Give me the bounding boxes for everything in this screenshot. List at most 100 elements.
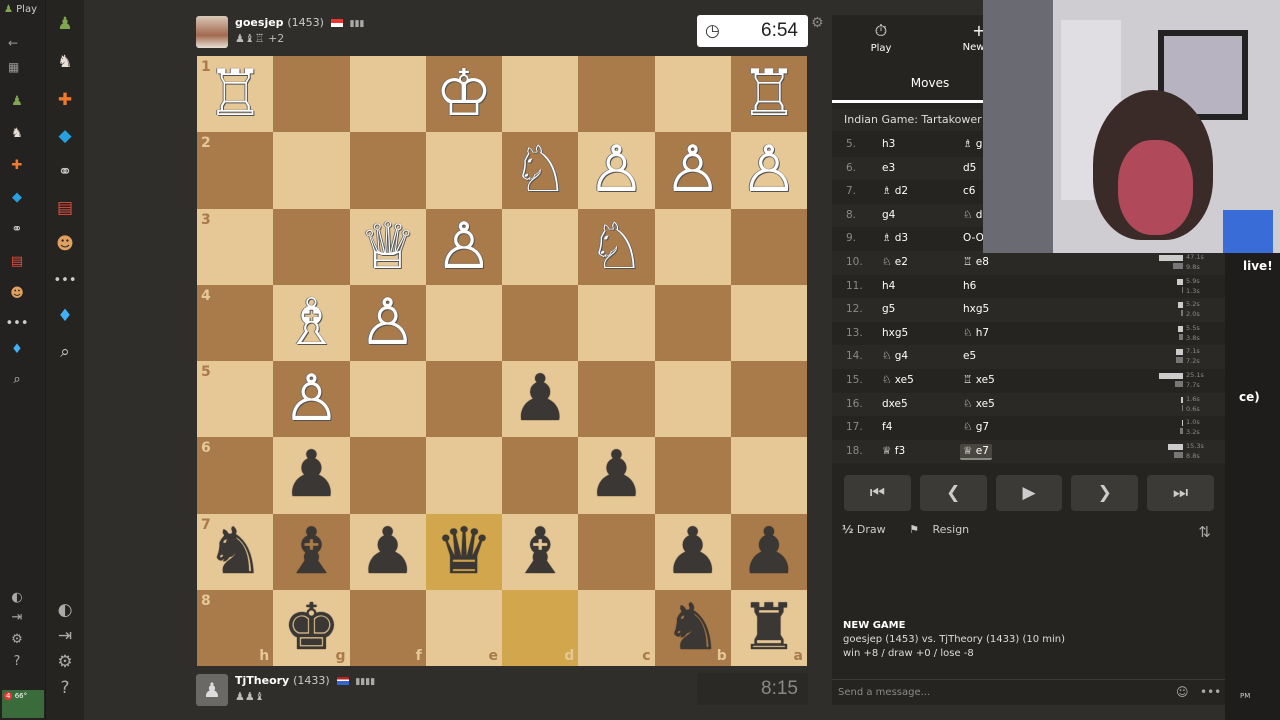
news-icon[interactable]: ▤ xyxy=(53,196,77,220)
board-square[interactable] xyxy=(730,361,807,438)
black-move[interactable]: ♕ e7 xyxy=(960,443,992,460)
black-king-icon[interactable]: ♚ xyxy=(283,596,340,660)
watch-icon[interactable]: ⚭ xyxy=(53,160,77,184)
black-queen-icon[interactable]: ♛ xyxy=(435,520,492,584)
board-square[interactable] xyxy=(349,56,426,133)
board-square[interactable]: 2 xyxy=(197,132,274,209)
binoculars-icon[interactable]: ⚭ xyxy=(8,220,26,238)
more-options-icon[interactable]: ••• xyxy=(1200,685,1221,699)
white-move[interactable]: h3 xyxy=(882,138,895,150)
board-square[interactable]: ♟ xyxy=(273,437,350,514)
board-square[interactable]: ♟ xyxy=(730,513,807,590)
board-square[interactable]: ♛ xyxy=(425,513,502,590)
board-square[interactable] xyxy=(654,208,731,285)
board-square[interactable] xyxy=(730,284,807,361)
white-rook-icon[interactable]: ♖ xyxy=(206,62,263,126)
next-move-button[interactable]: ❯ xyxy=(1071,475,1139,511)
white-pawn-icon[interactable]: ♙ xyxy=(359,291,416,355)
board-square[interactable]: ♖ xyxy=(730,56,807,133)
white-move[interactable]: g5 xyxy=(882,303,895,315)
board-square[interactable]: ♟ xyxy=(578,437,655,514)
board-square[interactable]: ♗ xyxy=(273,284,350,361)
theme-toggle-icon[interactable]: ◐ xyxy=(53,598,77,622)
opponent-avatar[interactable] xyxy=(196,16,228,48)
board-square[interactable] xyxy=(578,361,655,438)
board-square[interactable] xyxy=(273,132,350,209)
white-move[interactable]: e3 xyxy=(882,162,895,174)
board-square[interactable] xyxy=(425,284,502,361)
premium-diamond-icon[interactable]: ♦ xyxy=(53,304,77,328)
black-move[interactable]: h6 xyxy=(960,279,979,293)
board-square[interactable] xyxy=(578,513,655,590)
white-move[interactable]: ♘ e2 xyxy=(882,256,908,268)
board-square[interactable]: ♙ xyxy=(273,361,350,438)
black-bishop-icon[interactable]: ♝ xyxy=(283,520,340,584)
board-square[interactable]: ♙ xyxy=(578,132,655,209)
black-knight-icon[interactable]: ♞ xyxy=(206,520,263,584)
white-pawn-icon[interactable]: ♙ xyxy=(588,138,645,202)
board-square[interactable] xyxy=(502,56,579,133)
play-pawn-icon[interactable]: ♟ xyxy=(8,92,26,110)
white-bishop-icon[interactable]: ♗ xyxy=(283,291,340,355)
white-move[interactable]: h4 xyxy=(882,280,895,292)
board-square[interactable] xyxy=(578,56,655,133)
board-square[interactable] xyxy=(654,56,731,133)
board-settings-icon[interactable]: ⚙ xyxy=(811,15,824,31)
emoji-icon[interactable]: ☺ xyxy=(1176,685,1189,699)
white-knight-icon[interactable]: ♘ xyxy=(588,215,645,279)
draw-button[interactable]: ½ Draw xyxy=(842,523,896,536)
board-square[interactable]: ♝ xyxy=(502,513,579,590)
board-square[interactable]: ♙ xyxy=(349,284,426,361)
social-icon[interactable]: ☻ xyxy=(8,284,26,302)
black-move[interactable]: c6 xyxy=(960,184,978,198)
apps-grid-icon[interactable]: ▦ xyxy=(8,60,19,74)
search-icon[interactable]: ⌕ xyxy=(8,370,26,388)
board-square[interactable] xyxy=(654,361,731,438)
board-square[interactable]: 7 ♞ xyxy=(197,513,274,590)
puzzle-knight-icon[interactable]: ♞ xyxy=(8,124,26,142)
board-square[interactable] xyxy=(425,132,502,209)
theme-toggle-icon[interactable]: ◐ xyxy=(8,588,26,606)
learn-cube-icon[interactable]: ◆ xyxy=(8,188,26,206)
white-pawn-icon[interactable]: ♙ xyxy=(664,138,721,202)
board-square[interactable] xyxy=(349,132,426,209)
board-square[interactable] xyxy=(425,437,502,514)
more-icon[interactable]: ••• xyxy=(53,268,77,292)
flip-board-icon[interactable]: ⇅ xyxy=(1198,523,1211,541)
board-square[interactable]: ♟ xyxy=(502,361,579,438)
black-move[interactable]: e5 xyxy=(960,349,979,363)
black-move[interactable]: ♘ h7 xyxy=(960,326,992,340)
player-name[interactable]: TjTheory xyxy=(235,674,289,687)
board-square[interactable] xyxy=(578,284,655,361)
board-square[interactable]: ♟ xyxy=(654,513,731,590)
board-square[interactable] xyxy=(273,208,350,285)
settings-gear-icon[interactable]: ⚙ xyxy=(53,650,77,674)
player-avatar[interactable]: ♟ xyxy=(196,674,228,706)
help-icon[interactable]: ? xyxy=(53,676,77,700)
board-square[interactable]: b ♞ xyxy=(654,589,731,666)
board-square[interactable] xyxy=(730,437,807,514)
white-knight-icon[interactable]: ♘ xyxy=(511,138,568,202)
board-square[interactable]: ♙ xyxy=(730,132,807,209)
board-square[interactable] xyxy=(654,284,731,361)
news-icon[interactable]: ▤ xyxy=(8,252,26,270)
lessons-icon[interactable]: ◆ xyxy=(53,124,77,148)
white-move[interactable]: g4 xyxy=(882,209,895,221)
board-square[interactable]: c xyxy=(578,589,655,666)
board-square[interactable] xyxy=(654,437,731,514)
board-square[interactable]: 5 xyxy=(197,361,274,438)
board-square[interactable] xyxy=(273,56,350,133)
white-move[interactable]: ♘ xe5 xyxy=(882,374,914,386)
board-square[interactable]: 1 ♖ xyxy=(197,56,274,133)
collapse-sidebar-icon[interactable]: ⇥ xyxy=(53,624,77,648)
search-icon[interactable]: ⌕ xyxy=(53,340,77,364)
collapse-icon[interactable]: ⇥ xyxy=(8,608,26,626)
chess-board[interactable]: 1 ♖ ♔ ♖ 2 ♘ ♙ ♙ ♙ 3 ♕ ♙ ♘ 4 ♗ ♙ 5 ♙ ♟ 6 ♟ ♟ 7 ♞ ♝ ♟ ♛ ♝ ♟ ♟ 8 h g ♚ f e d c b ♞… xyxy=(197,56,807,666)
black-rook-icon[interactable]: ♜ xyxy=(740,596,797,660)
help-icon[interactable]: ? xyxy=(8,652,26,670)
last-move-button[interactable]: ⏭ xyxy=(1147,475,1214,511)
white-move[interactable]: ♘ g4 xyxy=(882,350,908,362)
board-square[interactable]: ♟ xyxy=(349,513,426,590)
board-square[interactable]: ♔ xyxy=(425,56,502,133)
white-move[interactable]: hxg5 xyxy=(882,327,908,339)
